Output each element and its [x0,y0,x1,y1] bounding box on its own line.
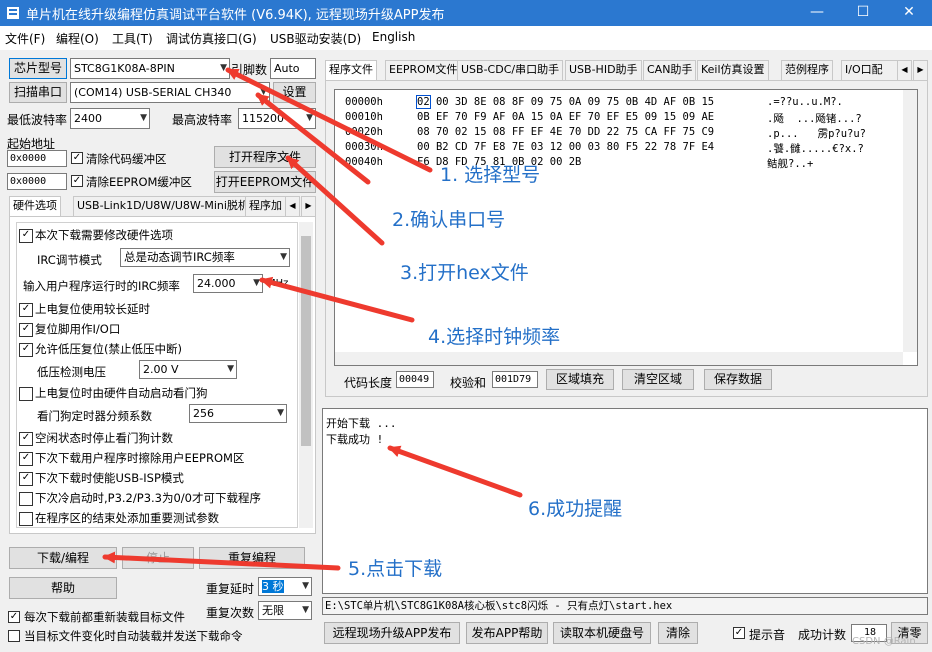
annotation-click-download: 5.点击下载 [348,558,443,580]
annotation-success: 6.成功提醒 [528,498,623,520]
annotation-confirm-port: 2.确认串口号 [392,209,506,231]
arrow-6 [387,445,523,498]
arrow-4 [259,276,415,323]
arrow-5 [102,551,341,571]
arrow-1 [225,67,433,173]
arrow-2 [255,92,371,185]
arrow-3 [285,155,385,246]
annotation-open-hex: 3.打开hex文件 [400,262,529,284]
annotation-select-clock: 4.选择时钟频率 [428,326,561,348]
annotation-select-model: 1. 选择型号 [440,164,541,186]
